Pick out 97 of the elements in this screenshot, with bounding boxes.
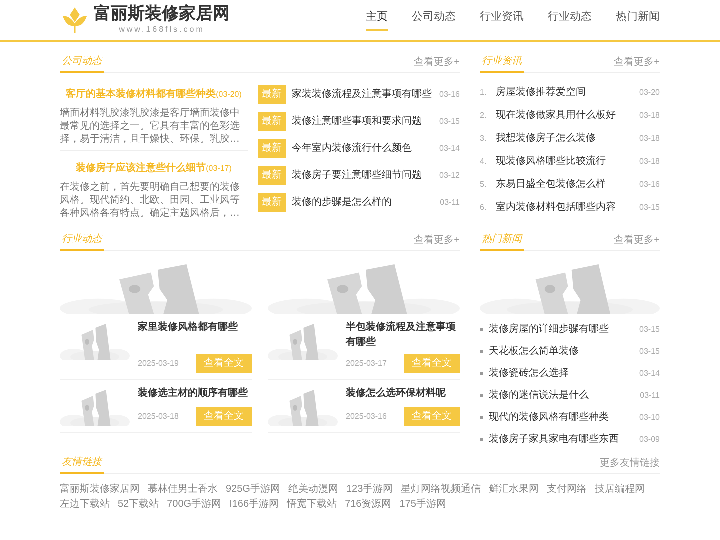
- card-date: 2025-03-16: [346, 410, 387, 422]
- list-number: 3.: [480, 132, 488, 144]
- section-title: 公司动态: [60, 54, 104, 73]
- article-date: 03-14: [440, 142, 460, 154]
- card-date: 2025-03-19: [138, 358, 179, 370]
- article-link[interactable]: 室内装修材料包括哪些内容: [496, 200, 632, 215]
- bullet-icon: [480, 350, 483, 353]
- article-date: 03-16: [440, 88, 460, 100]
- article-date: 03-16: [640, 178, 660, 190]
- friend-link[interactable]: 鲜汇水果网: [489, 482, 540, 497]
- article-date: 03-14: [640, 368, 660, 380]
- article-date: 03-18: [640, 156, 660, 168]
- site-logo-title: 富丽斯装修家居网: [94, 4, 230, 24]
- article-summary: 在装修之前，首先要明确自己想要的装修风格。现代简约、北欧、田园、工业风等各种风格各有特点。确定主题风格后，…: [60, 181, 241, 220]
- bullet-icon: [480, 438, 483, 441]
- friend-link[interactable]: 星灯网络视频通信: [401, 482, 482, 497]
- section-title: 热门新闻: [480, 232, 524, 251]
- view-more-link[interactable]: 更多友情链接: [600, 456, 660, 473]
- bullet-icon: [480, 372, 483, 375]
- bullet-icon: [480, 328, 483, 331]
- article-date: 03-18: [640, 132, 660, 144]
- article-date: 03-10: [640, 412, 660, 424]
- article-date: 03-15: [640, 324, 660, 336]
- site-url: www.168fls.com: [119, 24, 205, 36]
- friend-link[interactable]: 123手游网: [346, 482, 394, 497]
- article-link[interactable]: 装修注意哪些事项和要求问题: [292, 114, 434, 129]
- view-more-link[interactable]: 查看更多+: [614, 233, 660, 250]
- bullet-icon: [480, 394, 483, 397]
- article-link[interactable]: 今年室内装修流行什么颜色: [292, 141, 434, 156]
- friend-link[interactable]: 左边下载站: [60, 497, 110, 512]
- friend-link[interactable]: I166手游网: [230, 497, 280, 512]
- article-date: 03-11: [440, 196, 460, 208]
- lotus-logo-icon: [60, 5, 90, 35]
- card-date: 2025-03-17: [346, 358, 387, 370]
- view-more-link[interactable]: 查看更多+: [614, 55, 660, 72]
- list-number: 5.: [480, 178, 488, 190]
- article-date: (03-20): [216, 90, 242, 99]
- article-link[interactable]: 装修房屋的详细步骤有哪些: [489, 322, 634, 337]
- article-link[interactable]: 装修房子要注意哪些细节问题: [292, 168, 434, 183]
- article-link[interactable]: 现在装修做家具用什么板好: [496, 108, 632, 123]
- friend-link[interactable]: 慕林佳男士香水: [148, 482, 218, 497]
- article-link[interactable]: 现代的装修风格有哪些种类: [489, 410, 634, 425]
- new-badge: 最新: [258, 112, 286, 131]
- card-title[interactable]: 家里装修风格都有哪些: [138, 320, 252, 335]
- bullet-icon: [480, 416, 483, 419]
- friend-link[interactable]: 富丽斯装修家居网: [60, 482, 140, 497]
- nav-link[interactable]: 行业动态: [548, 8, 592, 32]
- list-number: 2.: [480, 110, 488, 122]
- nav-link[interactable]: 行业资讯: [480, 8, 524, 32]
- card-title[interactable]: 装修选主材的顺序有哪些: [138, 386, 252, 401]
- article-date: (03-17): [206, 164, 232, 173]
- friend-link[interactable]: 700G手游网: [167, 497, 222, 512]
- list-number: 4.: [480, 156, 488, 168]
- section-title: 行业动态: [60, 232, 104, 251]
- new-badge: 最新: [258, 139, 286, 158]
- article-link[interactable]: 装修房子家具家电有哪些东西: [489, 432, 634, 447]
- article-date: 03-15: [440, 116, 460, 128]
- article-link[interactable]: 装修瓷砖怎么选择: [489, 366, 634, 381]
- article-link[interactable]: 装修的迷信说法是什么: [489, 388, 634, 403]
- article-link[interactable]: 现装修风格哪些比较流行: [496, 154, 632, 169]
- friend-link[interactable]: 悟宽下载站: [287, 497, 338, 512]
- friend-link[interactable]: 支付网络: [547, 482, 588, 497]
- article-date: 03-11: [640, 390, 660, 402]
- article-link[interactable]: 我想装修房子怎么装修: [496, 131, 632, 146]
- article-link[interactable]: 装修的步骤是怎么样的: [292, 195, 434, 210]
- article-date: 03-20: [640, 86, 660, 98]
- article-link[interactable]: 家装装修流程及注意事项有哪些: [292, 87, 434, 102]
- article-link[interactable]: 房屋装修推荐爱空间: [496, 85, 632, 100]
- new-badge: 最新: [258, 85, 286, 104]
- article-date: 03-15: [640, 202, 660, 214]
- view-more-link[interactable]: 查看更多+: [414, 55, 460, 72]
- article-date: 03-12: [440, 170, 460, 182]
- card-title[interactable]: 半包装修流程及注意事项有哪些: [346, 320, 460, 350]
- list-number: 1.: [480, 86, 488, 98]
- friend-link[interactable]: 175手游网: [400, 497, 446, 512]
- card-date: 2025-03-18: [138, 410, 179, 422]
- article-date: 03-15: [640, 346, 660, 358]
- section-title: 友情链接: [60, 455, 104, 474]
- article-date: 03-18: [640, 110, 660, 122]
- nav-link[interactable]: 热门新闻: [616, 8, 660, 32]
- new-badge: 最新: [258, 193, 286, 212]
- nav-link[interactable]: 公司动态: [412, 8, 456, 32]
- friend-link[interactable]: 716资源网: [345, 497, 392, 512]
- friend-link[interactable]: 925G手游网: [226, 482, 280, 497]
- friend-link[interactable]: 52下载站: [118, 497, 160, 512]
- section-title: 行业资讯: [480, 54, 524, 73]
- card-title[interactable]: 装修怎么选环保材料呢: [346, 386, 460, 401]
- view-more-link[interactable]: 查看更多+: [414, 233, 460, 250]
- list-number: 6.: [480, 202, 488, 214]
- new-badge: 最新: [258, 166, 286, 185]
- article-date: 03-09: [640, 434, 660, 446]
- nav-link[interactable]: 主页: [366, 8, 388, 32]
- friend-link[interactable]: 技居编程网: [595, 482, 646, 497]
- article-link[interactable]: 东易日盛全包装修怎么样: [496, 177, 632, 192]
- article-summary: 墙面材料乳胶漆乳胶漆是客厅墙面装修中最常见的选择之一。它具有丰富的色彩选择，易于清洁，且干燥快、环保。乳胶…: [60, 107, 241, 146]
- friend-link[interactable]: 绝美动漫网: [288, 482, 338, 497]
- article-link[interactable]: 天花板怎么简单装修: [489, 344, 634, 359]
